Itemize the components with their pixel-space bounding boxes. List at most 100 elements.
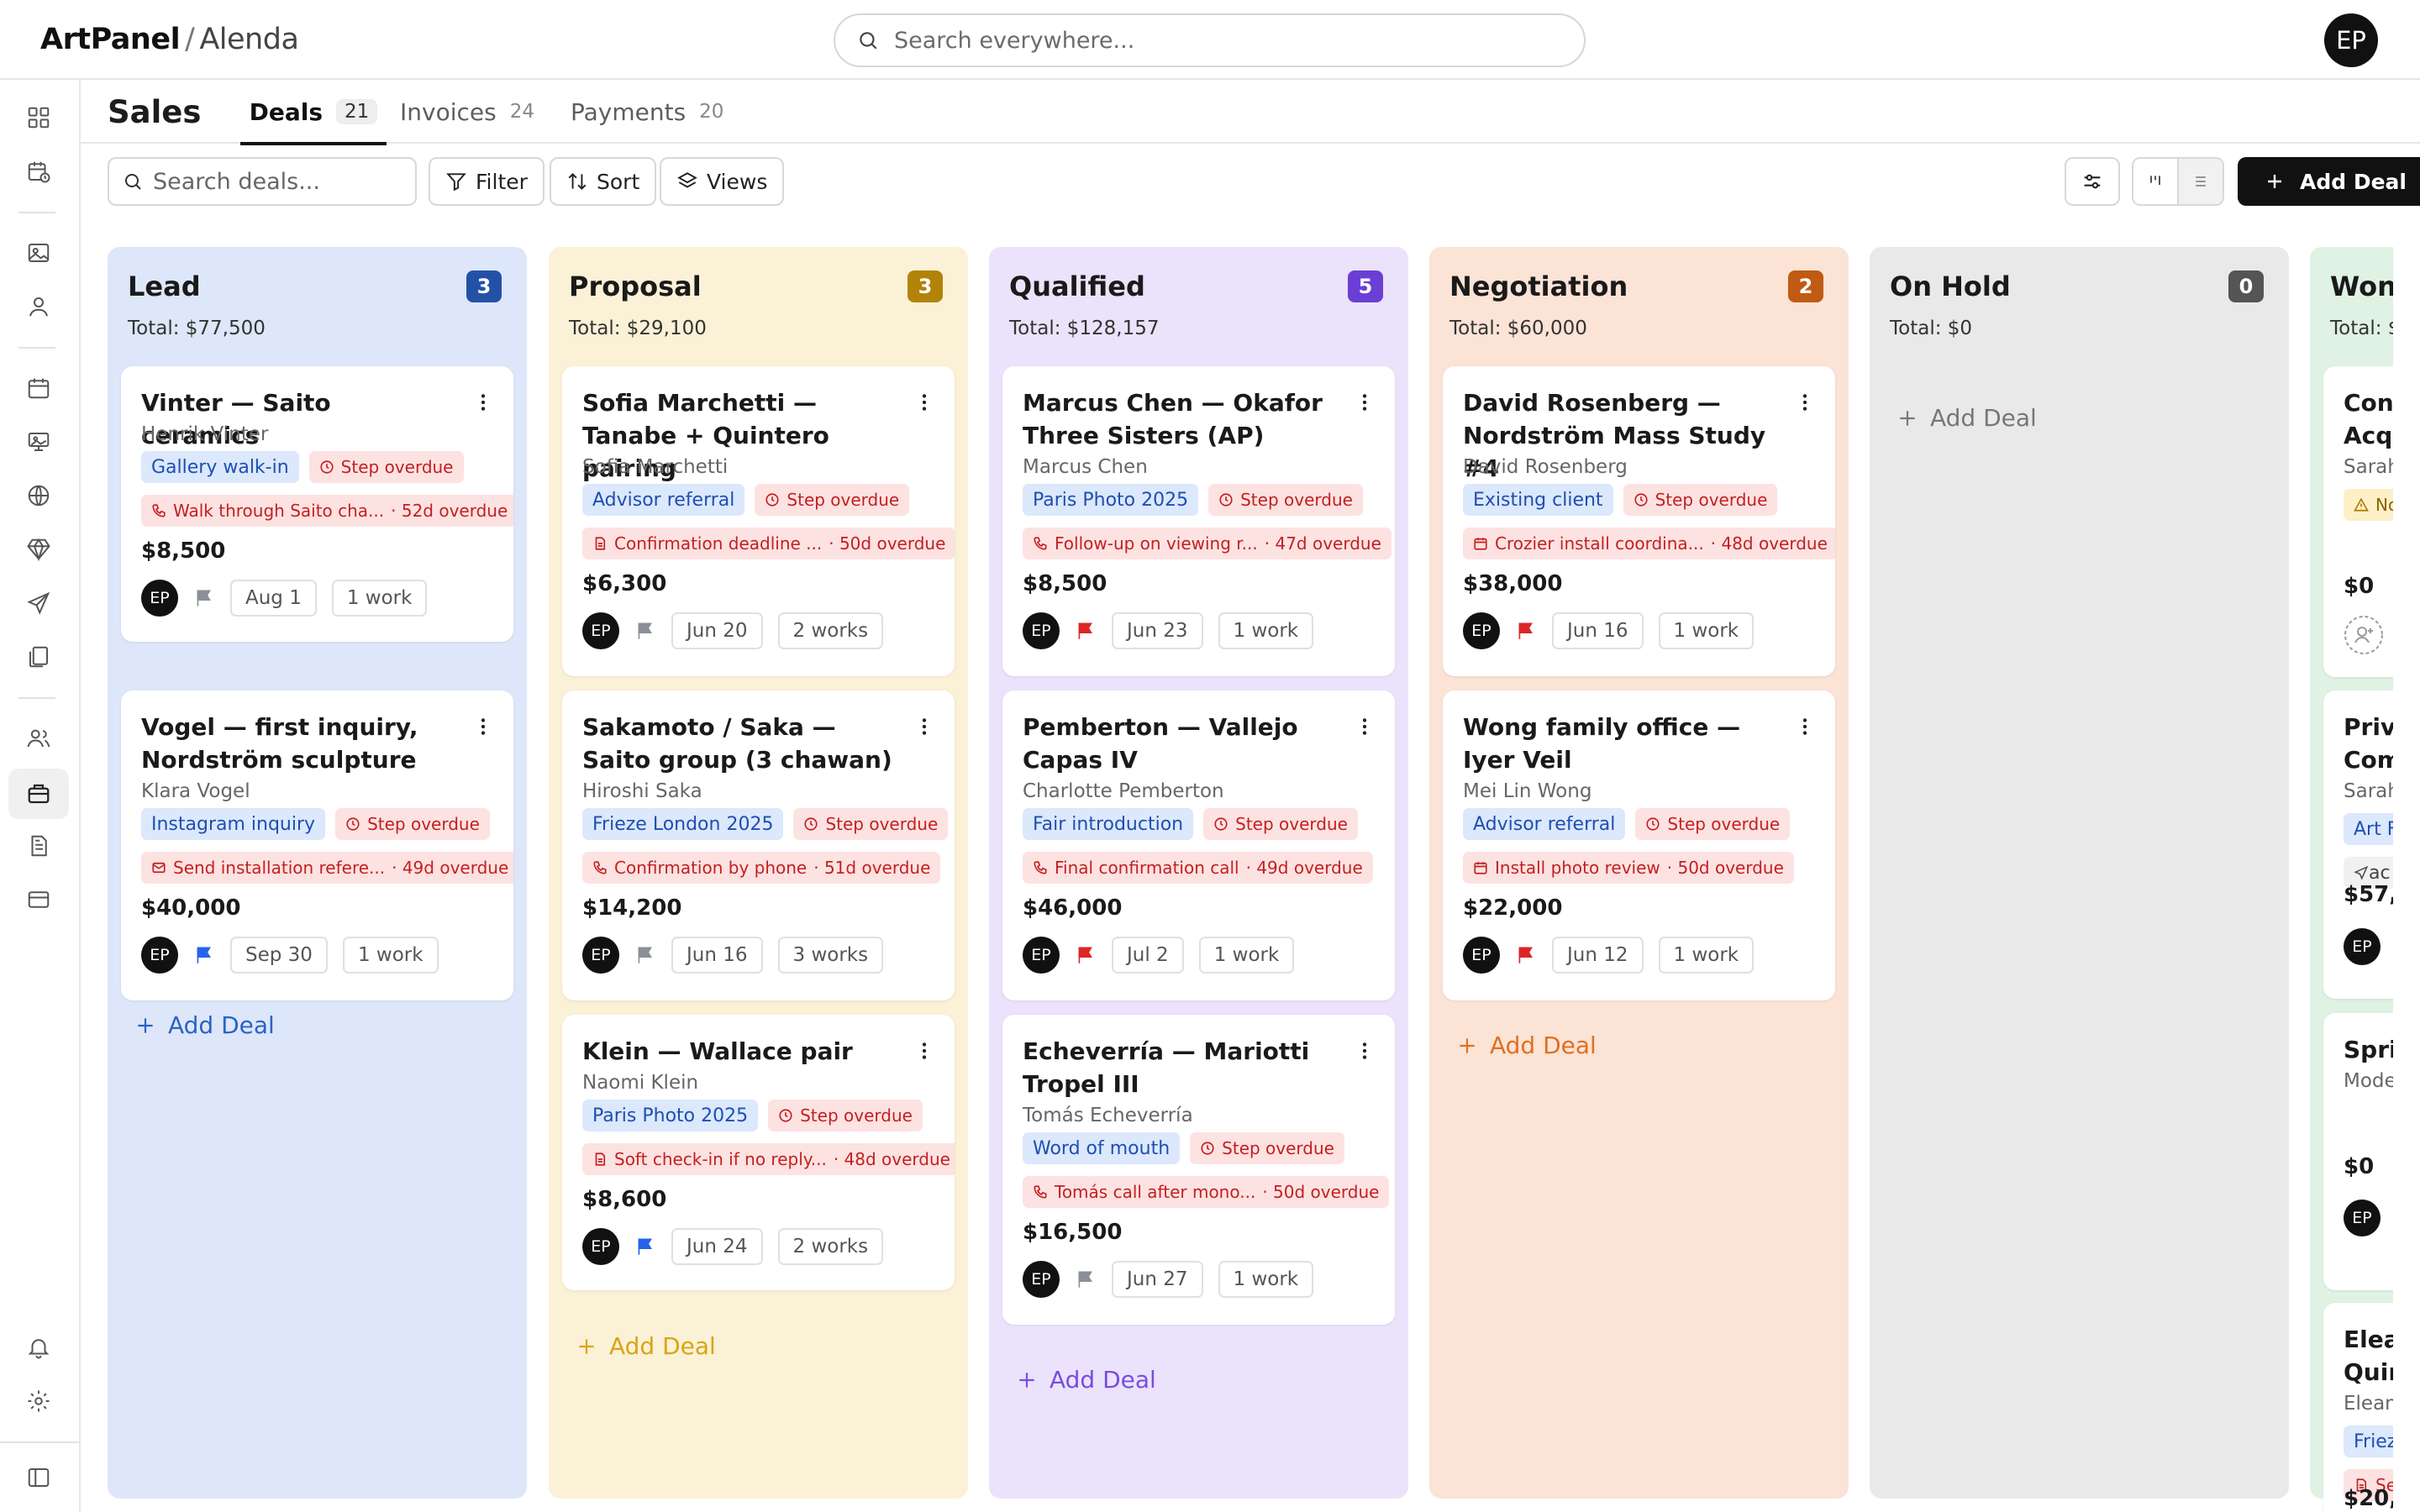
works-count-chip[interactable]: 1 work <box>1218 612 1314 649</box>
deal-card[interactable]: Sofia Marchetti — Tanabe + Quintero pair… <box>562 366 955 676</box>
deal-card[interactable]: Cont Acqu Sarah No $0 <box>2323 366 2393 677</box>
add-deal-link[interactable]: Add Deal <box>134 1011 275 1039</box>
next-task-badge[interactable]: Walk through Saito cha... · 52d overdue <box>141 495 513 527</box>
brand-logo[interactable]: ArtPanel <box>40 23 181 56</box>
flag-icon[interactable] <box>193 587 215 609</box>
close-date-chip[interactable]: Jul 2 <box>1112 937 1184 974</box>
deal-card[interactable]: Privc Com Sarah Art F ac$57,15 EP <box>2323 690 2393 999</box>
owner-avatar[interactable]: EP <box>2344 1200 2381 1236</box>
works-count-chip[interactable]: 1 work <box>1198 937 1295 974</box>
deal-card[interactable]: Pemberton — Vallejo Capas IV Charlotte Pe… <box>1002 690 1395 1000</box>
search-input[interactable]: Search everywhere... <box>894 28 1134 54</box>
close-date-chip[interactable]: Jun 12 <box>1552 937 1644 974</box>
works-count-chip[interactable]: 1 work <box>331 580 428 617</box>
owner-avatar[interactable]: EP <box>2344 928 2381 965</box>
sidebar-toggle-icon[interactable] <box>20 1459 57 1496</box>
flag-icon[interactable] <box>1515 620 1537 642</box>
close-date-chip[interactable]: Jun 20 <box>671 612 763 649</box>
more-menu-icon[interactable] <box>913 716 935 738</box>
next-task-badge[interactable]: Tomás call after mono... · 50d overdue <box>1023 1176 1390 1208</box>
more-menu-icon[interactable] <box>913 391 935 413</box>
list-view-icon[interactable] <box>2179 159 2223 204</box>
flag-icon[interactable] <box>1515 944 1537 966</box>
sort-button[interactable]: Sort <box>550 157 657 206</box>
next-task-badge[interactable]: Soft check-in if no reply... · 48d overdu… <box>582 1143 955 1175</box>
add-deal-link[interactable]: Add Deal <box>1456 1032 1597 1059</box>
filter-button[interactable]: Filter <box>429 157 544 206</box>
image-icon[interactable] <box>20 234 57 271</box>
more-menu-icon[interactable] <box>472 716 494 738</box>
works-count-chip[interactable]: 1 work <box>1218 1261 1314 1298</box>
works-count-chip[interactable]: 1 work <box>342 937 439 974</box>
works-count-chip[interactable]: 1 work <box>1658 612 1754 649</box>
next-task-badge[interactable]: Follow-up on viewing r... · 47d overdue <box>1023 528 1392 559</box>
next-task-badge[interactable]: Send installation refere... · 49d overdue <box>141 852 513 884</box>
add-deal-link[interactable]: Add Deal <box>1016 1366 1156 1394</box>
deal-card[interactable]: ElearQuinEleanFriezSe$20,0 <box>2323 1303 2393 1512</box>
board-view-icon[interactable] <box>2133 159 2179 204</box>
invoice-icon[interactable] <box>20 827 57 864</box>
flag-icon[interactable] <box>634 944 656 966</box>
bell-icon[interactable] <box>20 1329 57 1366</box>
flag-icon[interactable] <box>634 620 656 642</box>
owner-avatar[interactable]: EP <box>141 937 178 974</box>
views-button[interactable]: Views <box>660 157 785 206</box>
global-search[interactable]: Search everywhere... <box>834 13 1586 67</box>
flag-icon[interactable] <box>634 1236 656 1257</box>
owner-avatar[interactable]: EP <box>582 1228 619 1265</box>
close-date-chip[interactable]: Jun 16 <box>1552 612 1644 649</box>
flag-icon[interactable] <box>1075 1268 1097 1290</box>
deal-card[interactable]: Sprir Mode $0 EP <box>2323 1013 2393 1290</box>
more-menu-icon[interactable] <box>1354 716 1376 738</box>
display-settings-button[interactable] <box>2065 157 2120 206</box>
owner-avatar[interactable]: EP <box>141 580 178 617</box>
next-task-badge[interactable]: Crozier install coordina... · 48d overdue <box>1463 528 1835 559</box>
calendar-clock-icon[interactable] <box>20 153 57 190</box>
close-date-chip[interactable]: Jun 24 <box>671 1228 763 1265</box>
next-task-badge[interactable]: Confirmation by phone · 51d overdue <box>582 852 941 884</box>
deal-card[interactable]: Marcus Chen — Okafor Three Sisters (AP) M… <box>1002 366 1395 676</box>
add-deal-button[interactable]: Add Deal <box>2238 157 2420 206</box>
workspace-name[interactable]: Alenda <box>199 23 299 56</box>
owner-avatar[interactable]: EP <box>1463 612 1500 649</box>
more-menu-icon[interactable] <box>1354 391 1376 413</box>
sales-icon[interactable] <box>8 769 69 819</box>
globe-icon[interactable] <box>20 477 57 514</box>
flag-icon[interactable] <box>193 944 215 966</box>
more-menu-icon[interactable] <box>472 391 494 413</box>
deal-card[interactable]: Vinter — Saito ceramics Henrik Vinter Gall… <box>121 366 513 642</box>
owner-avatar[interactable]: EP <box>1023 1261 1060 1298</box>
documents-icon[interactable] <box>20 638 57 675</box>
deal-card[interactable]: Vogel — first inquiry, Nordström sculptu… <box>121 690 513 1000</box>
send-icon[interactable] <box>20 585 57 622</box>
owner-avatar[interactable]: EP <box>1023 937 1060 974</box>
calendar-icon[interactable] <box>20 370 57 407</box>
works-count-chip[interactable]: 2 works <box>777 612 884 649</box>
exhibition-icon[interactable] <box>20 423 57 460</box>
owner-avatar[interactable]: EP <box>1463 937 1500 974</box>
flag-icon[interactable] <box>1075 620 1097 642</box>
works-count-chip[interactable]: 3 works <box>777 937 884 974</box>
flag-icon[interactable] <box>1075 944 1097 966</box>
close-date-chip[interactable]: Sep 30 <box>230 937 328 974</box>
deal-card[interactable]: Klein — Wallace pair Naomi Klein Paris Pho… <box>562 1015 955 1290</box>
tab-invoices[interactable]: Invoices 24 <box>400 80 534 144</box>
dashboard-icon[interactable] <box>20 99 57 136</box>
more-menu-icon[interactable] <box>1794 716 1816 738</box>
add-deal-link[interactable]: Add Deal <box>1897 404 2037 432</box>
gem-icon[interactable] <box>20 531 57 568</box>
owner-avatar[interactable]: EP <box>582 937 619 974</box>
next-task-badge[interactable]: Install photo review · 50d overdue <box>1463 852 1794 884</box>
contacts-icon[interactable] <box>20 720 57 757</box>
deal-card[interactable]: David Rosenberg — Nordström Mass Study #… <box>1443 366 1835 676</box>
deal-search-input[interactable]: Search deals... <box>108 157 417 206</box>
user-avatar[interactable]: EP <box>2324 13 2378 67</box>
settings-gear-icon[interactable] <box>20 1383 57 1420</box>
close-date-chip[interactable]: Aug 1 <box>230 580 317 617</box>
deal-card[interactable]: Wong family office — Iyer Veil Mei Lin Wo… <box>1443 690 1835 1000</box>
next-task-badge[interactable]: Final confirmation call · 49d overdue <box>1023 852 1373 884</box>
tab-deals[interactable]: Deals 21 <box>240 80 387 145</box>
close-date-chip[interactable]: Jun 23 <box>1112 612 1203 649</box>
add-deal-link[interactable]: Add Deal <box>576 1332 716 1360</box>
credit-card-icon[interactable] <box>20 881 57 918</box>
